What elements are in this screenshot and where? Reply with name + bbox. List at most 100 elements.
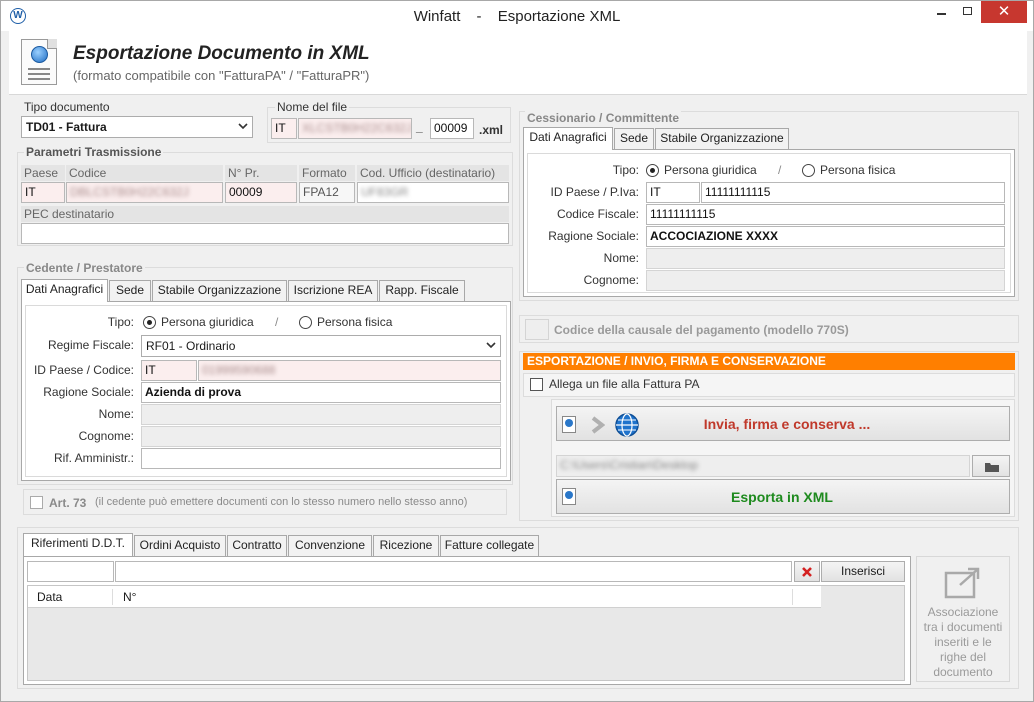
pec-field[interactable] bbox=[21, 223, 509, 244]
tab-cessionario-stabile-organizzazione[interactable]: Stabile Organizzazione bbox=[655, 128, 789, 149]
cessionario-tipo-label: Tipo: bbox=[612, 163, 639, 177]
cedente-id-codice-field[interactable]: 01999590688 bbox=[198, 360, 501, 381]
art73-checkbox[interactable] bbox=[30, 496, 43, 509]
window-title-text: Esportazione XML bbox=[497, 8, 621, 25]
title-bar: W Winfatt - Esportazione XML ✕ bbox=[1, 1, 1033, 31]
page-header: Esportazione Documento in XML (formato c… bbox=[9, 31, 1027, 95]
cedente-cognome-field bbox=[141, 426, 501, 447]
esporta-label: Esporta in XML bbox=[731, 489, 833, 505]
tab-cessionario-dati-anagrafici[interactable]: Dati Anagrafici bbox=[523, 127, 613, 150]
regime-fiscale-select[interactable]: RF01 - Ordinario bbox=[141, 335, 501, 357]
numero-field[interactable]: 00009 bbox=[225, 182, 297, 203]
cessionario-radio-fisica[interactable] bbox=[802, 164, 815, 177]
invia-label: Invia, firma e conserva ... bbox=[703, 416, 871, 432]
esportazione-title: ESPORTAZIONE / INVIO, FIRMA E CONSERVAZI… bbox=[523, 353, 1015, 370]
codice-field[interactable]: DBLCSTB0H22C632J bbox=[66, 182, 223, 203]
ddt-numero-input[interactable] bbox=[115, 561, 792, 582]
folder-icon bbox=[985, 463, 999, 472]
tab-fatture-collegate[interactable]: Fatture collegate bbox=[440, 535, 539, 556]
paese-field[interactable]: IT bbox=[21, 182, 65, 203]
cessionario-cognome-label: Cognome: bbox=[583, 273, 639, 287]
associazione-button[interactable]: Associazione tra i documenti inseriti e … bbox=[916, 556, 1010, 682]
export-path-field[interactable]: C:\Users\Cristian\Desktop bbox=[556, 455, 970, 477]
page-subtitle: (formato compatibile con "FatturaPA" / "… bbox=[73, 68, 370, 83]
ufficio-header: Cod. Ufficio (destinatario) bbox=[357, 165, 509, 181]
cessionario-cf-field[interactable]: 11111111115 bbox=[646, 204, 1005, 225]
close-icon: ✕ bbox=[997, 3, 1011, 20]
causale-code-field bbox=[525, 319, 549, 340]
tab-cedente-rapp-fiscale[interactable]: Rapp. Fiscale bbox=[379, 280, 465, 301]
allega-checkbox[interactable] bbox=[530, 378, 543, 391]
tab-cedente-sede[interactable]: Sede bbox=[109, 280, 151, 301]
causale-label: Codice della causale del pagamento (mode… bbox=[554, 323, 849, 337]
cessionario-nome-label: Nome: bbox=[603, 251, 639, 265]
art73-note: (il cedente può emettere documenti con l… bbox=[95, 496, 468, 508]
tab-ordini-acquisto[interactable]: Ordini Acquisto bbox=[134, 535, 226, 556]
arrow-right-icon bbox=[591, 416, 605, 434]
cedente-giuridica-label: Persona giuridica bbox=[161, 315, 254, 329]
cessionario-radio-giuridica[interactable] bbox=[646, 164, 659, 177]
cedente-fisica-label: Persona fisica bbox=[317, 315, 393, 329]
cedente-tipo-label: Tipo: bbox=[107, 315, 134, 329]
rif-amministr-label: Rif. Amministr.: bbox=[53, 451, 134, 465]
chevron-down-icon bbox=[486, 342, 496, 349]
cedente-radio-giuridica[interactable] bbox=[143, 316, 156, 329]
regime-fiscale-value: RF01 - Ordinario bbox=[146, 339, 236, 353]
window-title: Winfatt - Esportazione XML bbox=[1, 8, 1033, 25]
tab-cedente-stabile-organizzazione[interactable]: Stabile Organizzazione bbox=[152, 280, 287, 301]
tab-cedente-dati-anagrafici[interactable]: Dati Anagrafici bbox=[21, 279, 108, 302]
inserisci-button[interactable]: Inserisci bbox=[821, 561, 905, 582]
nome-file-extension: .xml bbox=[479, 123, 504, 137]
cessionario-cognome-field bbox=[646, 270, 1005, 291]
cessionario-slash: / bbox=[778, 163, 782, 177]
delete-button[interactable] bbox=[794, 561, 820, 582]
tipo-documento-label: Tipo documento bbox=[24, 100, 110, 114]
close-button[interactable]: ✕ bbox=[981, 1, 1027, 23]
ddt-data-input[interactable] bbox=[27, 561, 114, 582]
minimize-button[interactable] bbox=[919, 1, 963, 23]
page-title: Esportazione Documento in XML bbox=[73, 43, 370, 64]
nome-file-progressive-field[interactable]: 00009 bbox=[430, 118, 474, 139]
ddt-list-header: Data N° bbox=[28, 586, 821, 608]
cessionario-ragione-label: Ragione Sociale: bbox=[548, 229, 639, 243]
tab-riferimenti-ddt[interactable]: Riferimenti D.D.T. bbox=[23, 533, 133, 556]
rif-amministr-field[interactable] bbox=[141, 448, 501, 469]
numero-header: N° Pr. bbox=[225, 165, 297, 181]
tab-convenzione[interactable]: Convenzione bbox=[288, 535, 372, 556]
maximize-button[interactable] bbox=[963, 1, 977, 23]
cessionario-ragione-field[interactable]: ACCOCIAZIONE XXXX bbox=[646, 226, 1005, 247]
cessionario-piva-field[interactable]: 11111111115 bbox=[701, 182, 1005, 203]
maximize-icon bbox=[963, 7, 972, 15]
cessionario-nome-field bbox=[646, 248, 1005, 269]
nome-file-country-field[interactable]: IT bbox=[271, 118, 297, 139]
cedente-id-paese-field[interactable]: IT bbox=[141, 360, 197, 381]
column-data: Data bbox=[37, 590, 63, 604]
tab-cedente-iscrizione-rea[interactable]: Iscrizione REA bbox=[288, 280, 378, 301]
esporta-xml-button[interactable]: Esporta in XML bbox=[556, 479, 1010, 514]
cedente-ragione-field[interactable]: Azienda di prova bbox=[141, 382, 501, 403]
tab-ricezione[interactable]: Ricezione bbox=[373, 535, 439, 556]
tipo-documento-select[interactable]: TD01 - Fattura bbox=[21, 116, 253, 138]
main-window: W Winfatt - Esportazione XML ✕ Esportazi… bbox=[0, 0, 1034, 702]
cedente-nome-field bbox=[141, 404, 501, 425]
cedente-radio-fisica[interactable] bbox=[299, 316, 312, 329]
browse-folder-button[interactable] bbox=[972, 455, 1010, 477]
cessionario-id-paese-field[interactable]: IT bbox=[646, 182, 700, 203]
column-numero: N° bbox=[123, 590, 137, 604]
xml-document-icon bbox=[21, 39, 57, 85]
tab-contratto[interactable]: Contratto bbox=[227, 535, 287, 556]
ufficio-field[interactable]: UF83GR bbox=[357, 182, 509, 203]
parametri-trasmissione-title: Parametri Trasmissione bbox=[24, 145, 164, 159]
cessionario-giuridica-label: Persona giuridica bbox=[664, 163, 757, 177]
cedente-cognome-label: Cognome: bbox=[78, 429, 134, 443]
chevron-down-icon bbox=[238, 123, 248, 130]
tab-cessionario-sede[interactable]: Sede bbox=[614, 128, 654, 149]
client-area: Esportazione Documento in XML (formato c… bbox=[9, 31, 1027, 695]
document-icon bbox=[562, 416, 576, 433]
nome-file-code-field[interactable]: XLCSTB0H22C632J bbox=[298, 118, 412, 139]
codice-header: Codice bbox=[66, 165, 223, 181]
tipo-documento-value: TD01 - Fattura bbox=[26, 120, 107, 134]
cedente-ragione-label: Ragione Sociale: bbox=[43, 385, 134, 399]
invia-firma-conserva-button[interactable]: Invia, firma e conserva ... bbox=[556, 406, 1010, 441]
pec-header: PEC destinatario bbox=[21, 206, 509, 222]
